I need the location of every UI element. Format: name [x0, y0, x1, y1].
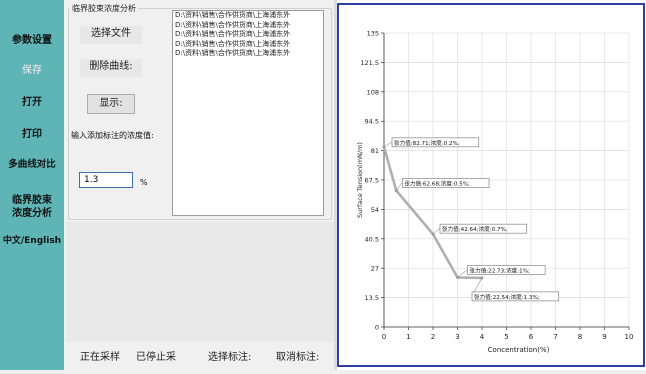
annotation-label: 张力值:22.54;浓度:1.3%;: [474, 293, 540, 301]
show-button[interactable]: 显示:: [87, 94, 135, 114]
annotation-leader: [383, 141, 393, 148]
stopped-button[interactable]: 已停止采: [136, 348, 176, 363]
sidebar-item-cmc-analysis[interactable]: 临界胶束浓度分析: [8, 194, 56, 220]
file-list[interactable]: D:\资料\销售\合作供货商\上海浦东外 D:\资料\销售\合作供货商\上海浦东…: [172, 10, 324, 216]
sidebar-item-save[interactable]: 保存: [0, 64, 64, 77]
y-tick-label: 54: [371, 206, 379, 214]
y-tick-label: 67.5: [365, 177, 379, 185]
y-tick-label: 0: [375, 324, 379, 332]
x-tick-label: 9: [602, 333, 606, 341]
list-item[interactable]: D:\资料\销售\合作供货商\上海浦东外: [173, 40, 323, 50]
y-tick-label: 81: [371, 147, 379, 155]
cancel-annotation-button[interactable]: 取消标注:: [276, 348, 319, 363]
unit-label: %: [140, 178, 148, 187]
y-axis-label: Surface Tension(mN/m): [356, 142, 364, 218]
annotation-label: 张力值:22.73;浓度:1%;: [470, 266, 531, 274]
select-annotation-button[interactable]: 选择标注:: [208, 348, 251, 363]
lower-panel: [66, 222, 334, 342]
sidebar-item-language[interactable]: 中文/English: [0, 235, 64, 248]
annotation-leader: [396, 182, 403, 191]
x-tick-label: 4: [480, 333, 485, 341]
list-item[interactable]: D:\资料\销售\合作供货商\上海浦东外: [173, 30, 323, 40]
delete-curve-button[interactable]: 删除曲线:: [80, 59, 142, 77]
x-tick-label: 8: [578, 333, 582, 341]
sidebar-item-open[interactable]: 打开: [0, 96, 64, 109]
list-item[interactable]: D:\资料\销售\合作供货商\上海浦东外: [173, 21, 323, 31]
sidebar: 参数设置 保存 打开 打印 多曲线对比 临界胶束浓度分析 中文/English: [0, 0, 64, 370]
sidebar-item-print[interactable]: 打印: [0, 128, 64, 141]
annotation-prompt-label: 输入添加标注的浓度值:: [71, 131, 154, 140]
y-tick-label: 135: [367, 30, 379, 38]
list-item[interactable]: D:\资料\销售\合作供货商\上海浦东外: [173, 11, 323, 21]
x-tick-label: 6: [529, 333, 534, 341]
y-tick-label: 27: [371, 265, 379, 273]
select-file-button[interactable]: 选择文件: [80, 26, 142, 44]
x-tick-label: 2: [431, 333, 435, 341]
x-tick-label: 7: [553, 333, 557, 341]
annotation-leader: [432, 227, 441, 235]
surface-tension-chart: 0 1 2 3 4 5 6 7 8 9 10 0 13.5 27 40.5 54 67.5 81 94.5 108 12…: [337, 3, 645, 367]
chart-area: 0 1 2 3 4 5 6 7 8 9 10 0 13.5 27 40.5 54 67.5 81 94.5 108 12…: [337, 0, 646, 370]
y-tick-label: 121.5: [360, 59, 379, 67]
sidebar-item-multi-curve[interactable]: 多曲线对比: [0, 158, 64, 171]
annotation-label: 张力值:82.71;浓度:0.2%;: [394, 139, 460, 147]
y-tick-label: 94.5: [365, 118, 379, 126]
sidebar-item-settings[interactable]: 参数设置: [0, 34, 64, 47]
list-item[interactable]: D:\资料\销售\合作供货商\上海浦东外: [173, 49, 323, 59]
y-tick-label: 13.5: [365, 294, 379, 302]
x-tick-label: 5: [504, 333, 508, 341]
annotation-label: 张力值:42.64;浓度:0.7%;: [442, 225, 508, 233]
annotation-value-input[interactable]: 1.3: [79, 172, 133, 188]
x-tick-label: 1: [406, 333, 410, 341]
x-tick-label: 3: [455, 333, 459, 341]
groupbox-title: 临界胶束浓度分析: [70, 3, 138, 14]
y-tick-label: 108: [367, 88, 379, 96]
x-tick-label: 10: [625, 333, 634, 341]
x-axis-label: Concentration(%): [488, 346, 550, 354]
x-tick-label: 0: [382, 333, 386, 341]
annotation-label: 张力值:62.68;浓度:0.5%;: [404, 179, 470, 187]
y-tick-label: 40.5: [365, 235, 379, 243]
sampling-button[interactable]: 正在采样: [80, 348, 120, 363]
